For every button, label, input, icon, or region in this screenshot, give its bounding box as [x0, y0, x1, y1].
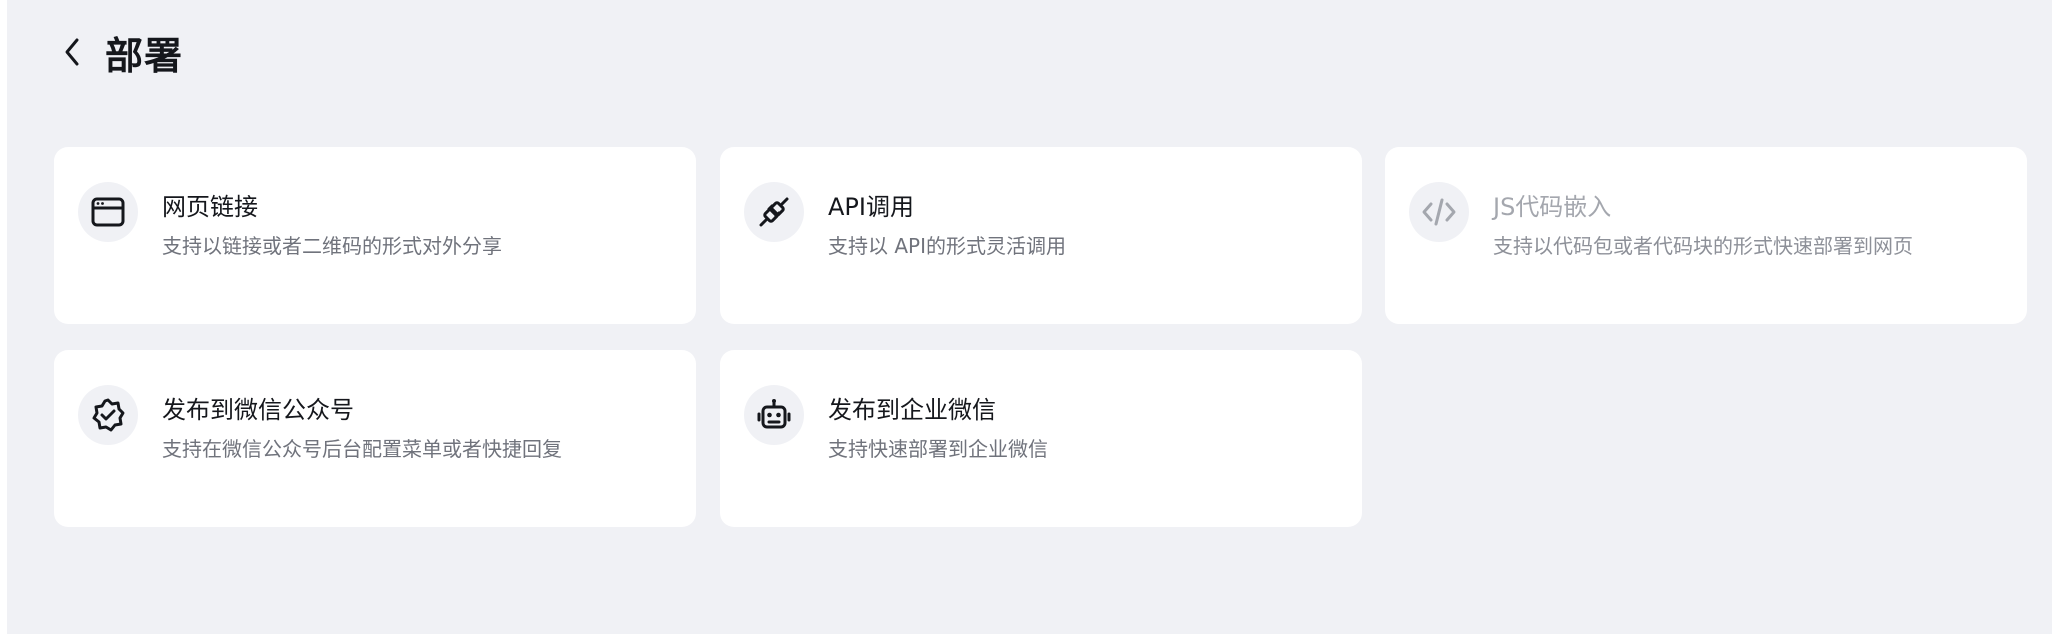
deploy-card-api[interactable]: API调用 支持以 API的形式灵活调用: [720, 147, 1362, 324]
code-icon: [1409, 182, 1469, 242]
card-title: 发布到微信公众号: [162, 396, 354, 424]
card-description: 支持在微信公众号后台配置菜单或者快捷回复: [162, 437, 562, 461]
verified-badge-icon: [78, 385, 138, 445]
card-title: 发布到企业微信: [828, 396, 996, 424]
plug-connect-icon: [744, 182, 804, 242]
robot-icon: [744, 385, 804, 445]
card-description: 支持快速部署到企业微信: [828, 437, 1048, 461]
deploy-card-wechat-official[interactable]: 发布到微信公众号 支持在微信公众号后台配置菜单或者快捷回复: [54, 350, 696, 527]
card-title: JS代码嵌入: [1493, 193, 1612, 221]
browser-window-icon: [78, 182, 138, 242]
card-description: 支持以链接或者二维码的形式对外分享: [162, 234, 502, 258]
deploy-card-js-embed: JS代码嵌入 支持以代码包或者代码块的形式快速部署到网页: [1385, 147, 2027, 324]
card-description: 支持以 API的形式灵活调用: [828, 234, 1066, 258]
chevron-left-icon: [65, 38, 79, 66]
card-description: 支持以代码包或者代码块的形式快速部署到网页: [1493, 234, 1913, 258]
page-header: 部署: [57, 24, 183, 80]
deploy-card-wecom[interactable]: 发布到企业微信 支持快速部署到企业微信: [720, 350, 1362, 527]
card-title: API调用: [828, 193, 914, 221]
deploy-page: 部署 网页链接 支持以链接或者二维码的形式对外分享 API调用 支持以 API的…: [7, 0, 2052, 634]
page-title: 部署: [105, 33, 184, 78]
deploy-card-web-link[interactable]: 网页链接 支持以链接或者二维码的形式对外分享: [54, 147, 696, 324]
card-title: 网页链接: [162, 193, 258, 221]
back-button[interactable]: [57, 32, 87, 72]
